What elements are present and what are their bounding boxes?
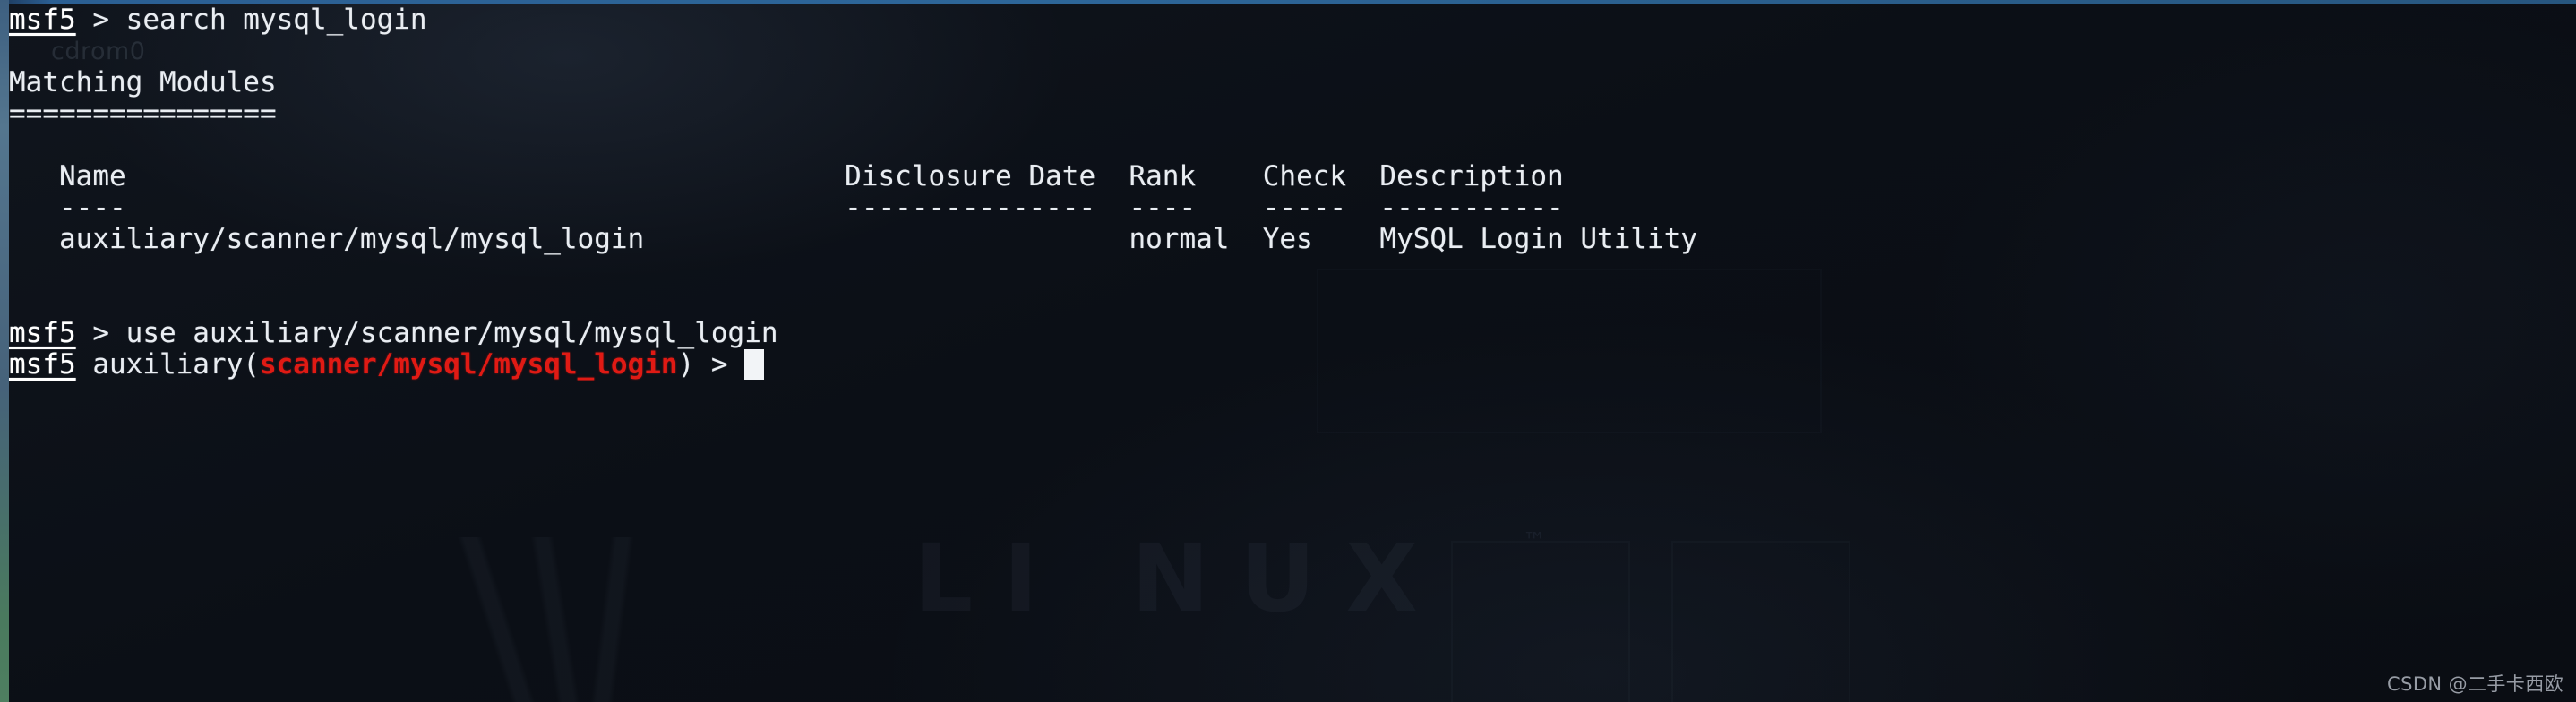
terminal-line-command-search: msf5 > search mysql_login bbox=[9, 4, 427, 36]
table-header-row: Name Disclosure Date Rank Check Descript… bbox=[9, 160, 1564, 193]
text-cursor[interactable] bbox=[744, 349, 765, 380]
terminal-active-prompt[interactable]: msf5 auxiliary(scanner/mysql/mysql_login… bbox=[9, 348, 765, 381]
window-left-frame bbox=[0, 0, 9, 702]
command-text-use: use auxiliary/scanner/mysql/mysql_login bbox=[125, 317, 778, 349]
prompt-host: msf5 bbox=[9, 317, 76, 349]
table-row: auxiliary/scanner/mysql/mysql_login norm… bbox=[9, 223, 1698, 255]
csdn-watermark: CSDN @二手卡西欧 bbox=[2387, 673, 2563, 695]
prompt-separator: > bbox=[75, 317, 126, 349]
terminal-window[interactable]: msf5 > search mysql_login Matching Modul… bbox=[0, 0, 2576, 702]
prompt-context-prefix: auxiliary( bbox=[75, 348, 260, 381]
prompt-host: msf5 bbox=[9, 348, 76, 381]
terminal-output-area[interactable]: msf5 > search mysql_login Matching Modul… bbox=[9, 4, 2576, 702]
terminal-line-command-use: msf5 > use auxiliary/scanner/mysql/mysql… bbox=[9, 318, 778, 349]
prompt-host: msf5 bbox=[9, 4, 76, 36]
table-header-rule: ---- --------------- ---- ----- --------… bbox=[9, 192, 1564, 224]
prompt-context-suffix: ) > bbox=[677, 348, 745, 381]
command-text-search: search mysql_login bbox=[125, 4, 427, 36]
prompt-separator: > bbox=[75, 4, 126, 36]
output-section-rule: ================ bbox=[9, 98, 277, 130]
output-section-title: Matching Modules bbox=[9, 66, 277, 98]
prompt-active-module: scanner/mysql/mysql_login bbox=[259, 348, 678, 381]
terminal-screenshot: cdrom0 LI NUX ™ msf5 > search mysql_logi… bbox=[0, 0, 2576, 702]
